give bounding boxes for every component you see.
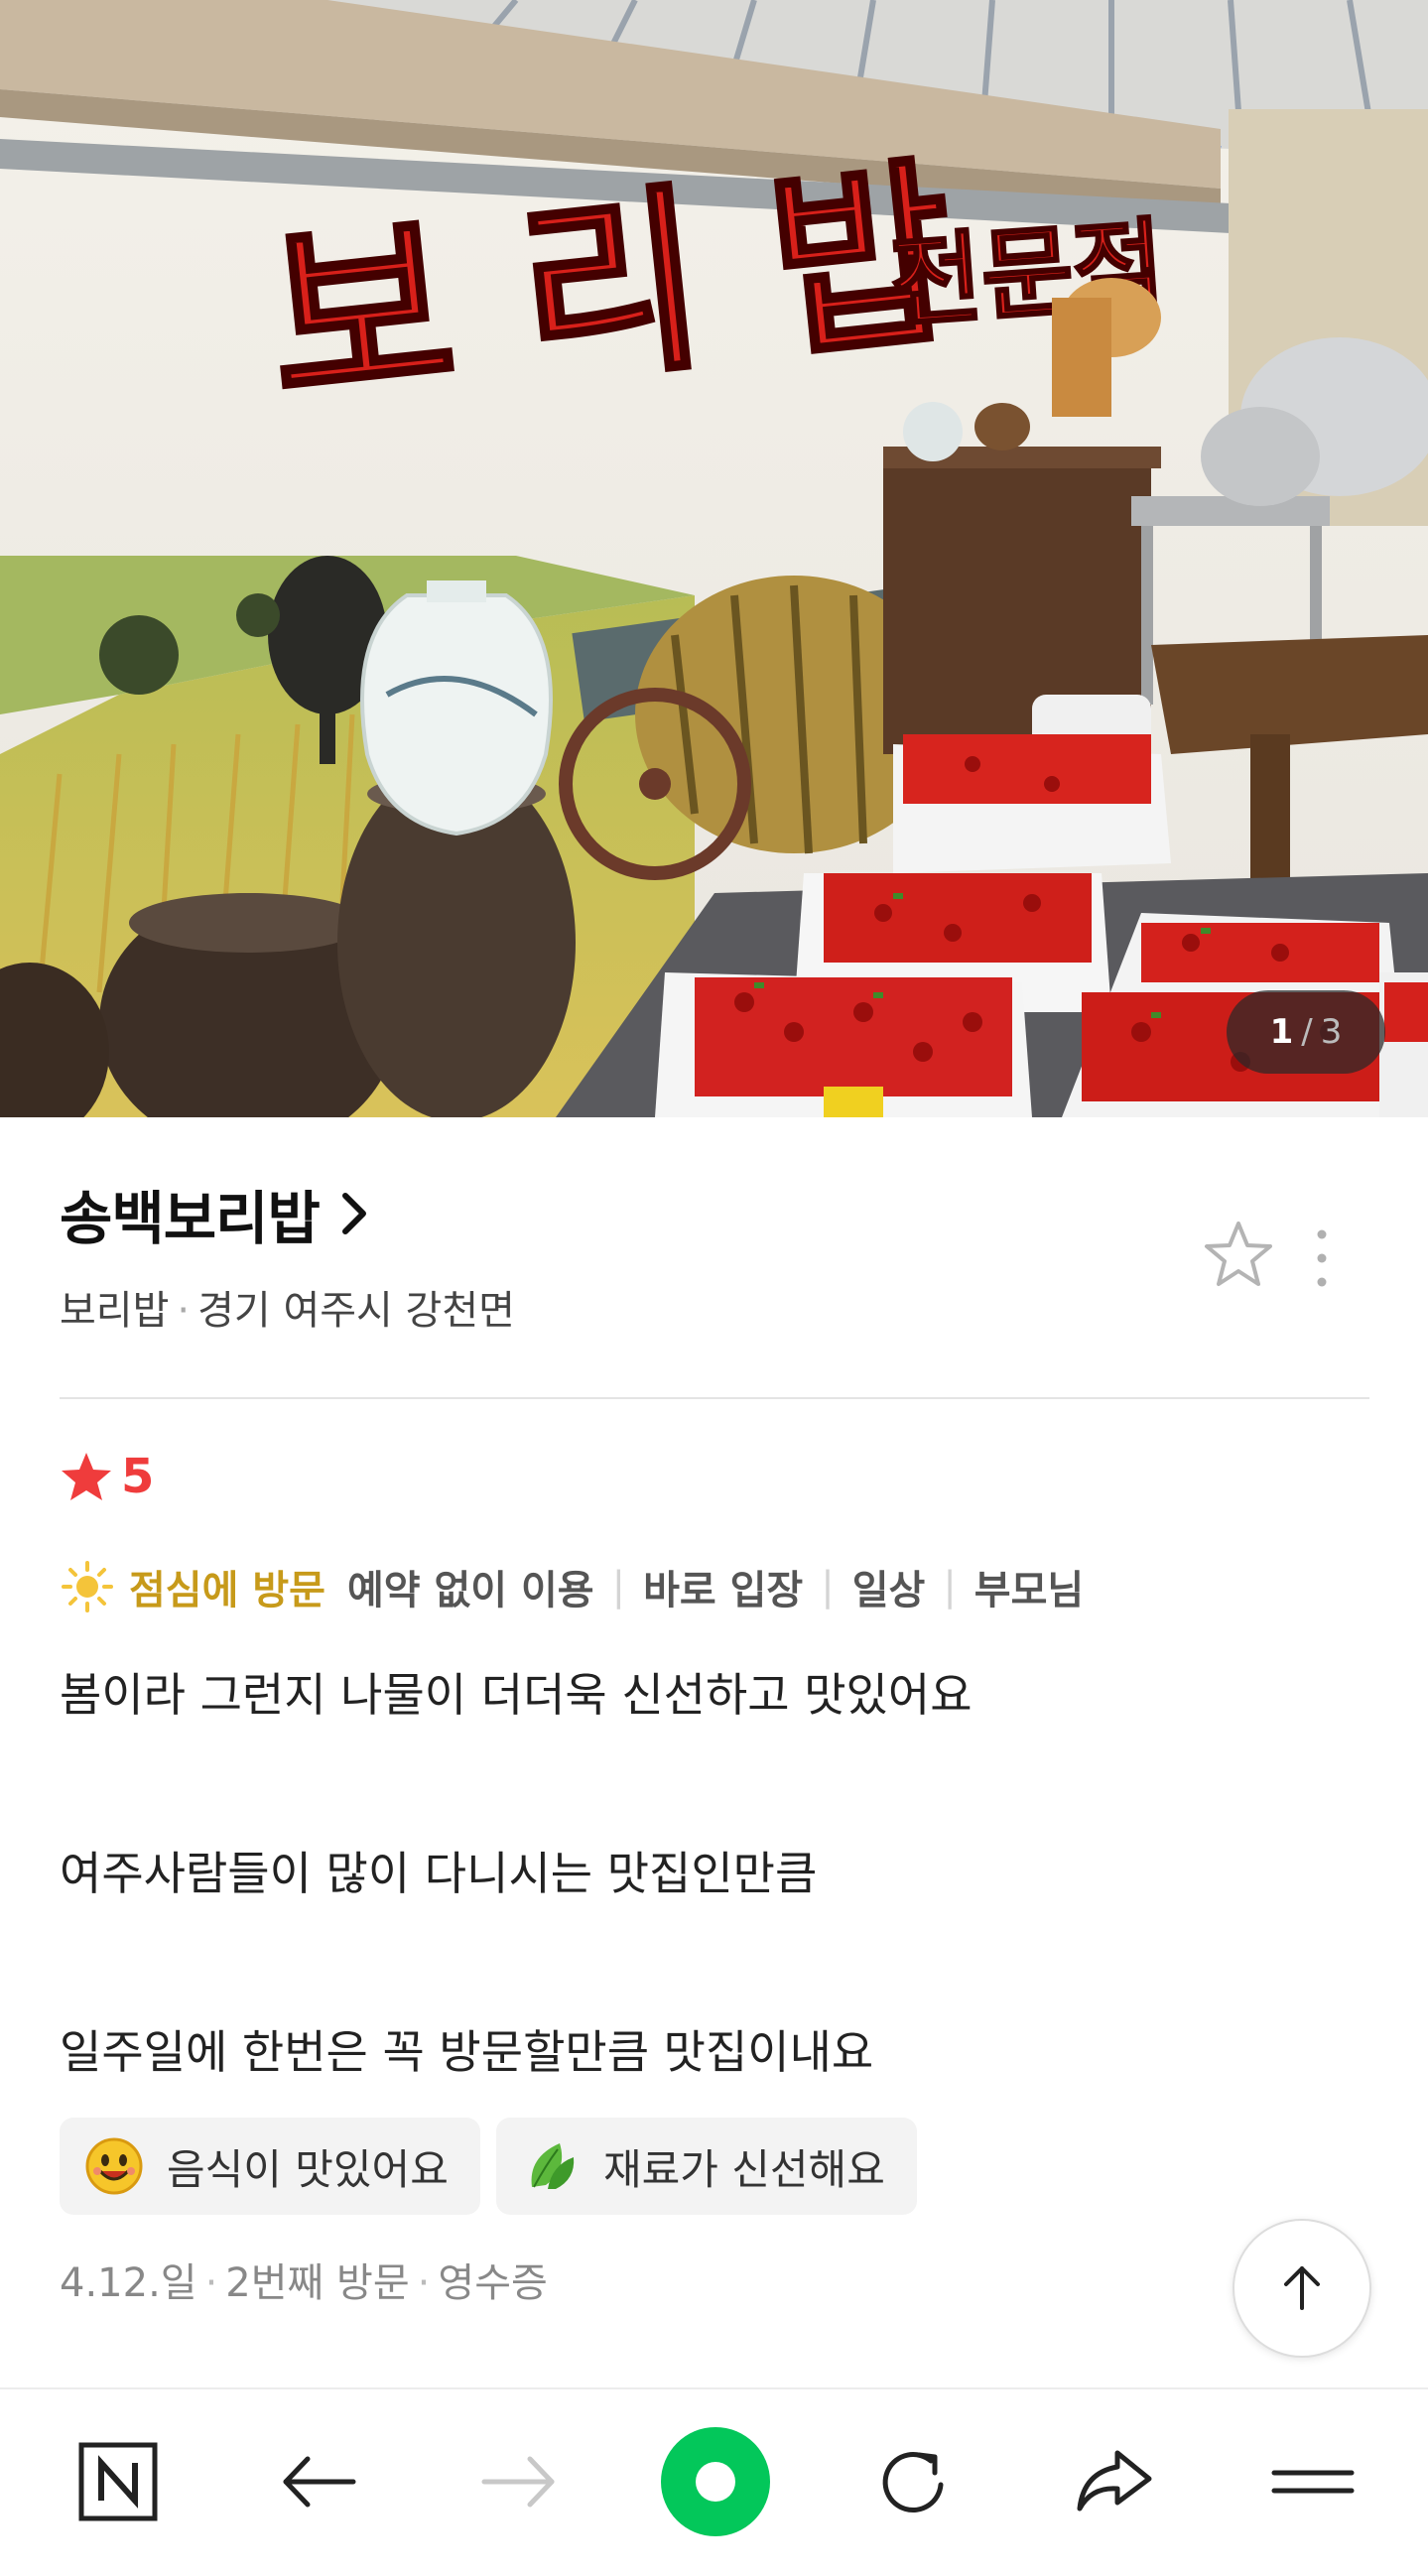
- naver-home-button[interactable]: [64, 2427, 173, 2536]
- browser-bottom-bar: [0, 2387, 1428, 2576]
- visit-tag: 일상: [851, 1568, 926, 1613]
- tag-separator: |: [611, 1564, 626, 1610]
- visit-tag: 바로 입장: [643, 1568, 804, 1613]
- star-outline-icon: [1205, 1222, 1272, 1286]
- sun-icon: [62, 1561, 113, 1612]
- restaurant-entrance-photo: 보 리 밥 전문점: [0, 0, 1428, 1117]
- more-options-button[interactable]: [1300, 1223, 1344, 1294]
- review-text-line: 여주사람들이 많이 다니시는 맛집인만큼: [60, 1847, 818, 1900]
- scroll-to-top-button[interactable]: [1233, 2219, 1371, 2358]
- place-name-link[interactable]: 송백보리밥: [60, 1179, 375, 1252]
- place-category: 보리밥: [60, 1288, 170, 1334]
- green-home-button[interactable]: [659, 2425, 772, 2538]
- forward-button[interactable]: [464, 2427, 574, 2536]
- visit-count: 2번째 방문: [225, 2260, 410, 2306]
- photo-page-counter: 1 / 3: [1227, 990, 1385, 1074]
- visit-proof: 영수증: [438, 2260, 548, 2306]
- place-location: 경기 여주시 강천면: [197, 1288, 515, 1334]
- visit-tags: 점심에 방문 예약 없이 이용 | 바로 입장 | 일상 | 부모님: [60, 1554, 1084, 1619]
- visit-tag: 예약 없이 이용: [346, 1568, 594, 1613]
- favorite-button[interactable]: [1203, 1219, 1274, 1290]
- review-text-line: 봄이라 그런지 나물이 더더욱 신선하고 맛있어요: [60, 1668, 973, 1722]
- place-meta: 보리밥 · 경기 여주시 강천면: [60, 1278, 515, 1336]
- review-rating: 5: [60, 1447, 154, 1506]
- chevron-right-icon: [341, 1193, 366, 1234]
- menu-icon: [1271, 2470, 1355, 2494]
- section-divider: [60, 1397, 1369, 1399]
- menu-button[interactable]: [1258, 2427, 1367, 2536]
- keyword-chip: 음식이 맛있어요: [60, 2118, 480, 2215]
- keyword-chip: 재료가 신선해요: [496, 2118, 917, 2215]
- share-icon: [1077, 2450, 1152, 2512]
- back-button[interactable]: [264, 2427, 373, 2536]
- green-ring-icon: [661, 2427, 770, 2536]
- visit-tag: 부모님: [974, 1568, 1085, 1613]
- keyword-label: 재료가 신선해요: [603, 2144, 885, 2194]
- back-arrow-icon: [283, 2456, 356, 2508]
- review-photo[interactable]: 보 리 밥 전문점 1 / 3: [0, 0, 1428, 1117]
- photo-counter-current: 1: [1269, 1012, 1294, 1052]
- refresh-button[interactable]: [859, 2427, 969, 2536]
- visit-date: 4.12.일: [60, 2260, 197, 2306]
- keyword-label: 음식이 맛있어요: [167, 2144, 449, 2194]
- star-filled-icon: [62, 1453, 111, 1500]
- naver-n-icon: [78, 2442, 158, 2521]
- photo-counter-separator: /: [1301, 1012, 1313, 1052]
- review-text-line: 일주일에 한번은 꼭 방문할만큼 맛집이내요: [60, 2025, 874, 2079]
- refresh-icon: [882, 2452, 944, 2512]
- smiley-face-icon: [85, 2137, 143, 2195]
- tag-separator: |: [821, 1564, 835, 1610]
- photo-counter-total: 3: [1320, 1012, 1343, 1052]
- visit-meta: 4.12.일 · 2번째 방문 · 영수증: [60, 2251, 548, 2308]
- meta-dot: ·: [417, 2260, 431, 2306]
- share-button[interactable]: [1060, 2427, 1169, 2536]
- visit-time-tag: 점심에 방문: [129, 1568, 325, 1613]
- vertical-dots-icon: [1317, 1229, 1327, 1287]
- leaf-icon: [531, 2143, 575, 2189]
- place-name: 송백보리밥: [60, 1185, 321, 1252]
- rating-value: 5: [121, 1449, 155, 1504]
- arrow-up-icon: [1284, 2266, 1320, 2310]
- meta-dot: ·: [177, 1288, 191, 1334]
- tag-separator: |: [943, 1564, 957, 1610]
- meta-dot: ·: [204, 2260, 218, 2306]
- forward-arrow-icon: [481, 2456, 555, 2508]
